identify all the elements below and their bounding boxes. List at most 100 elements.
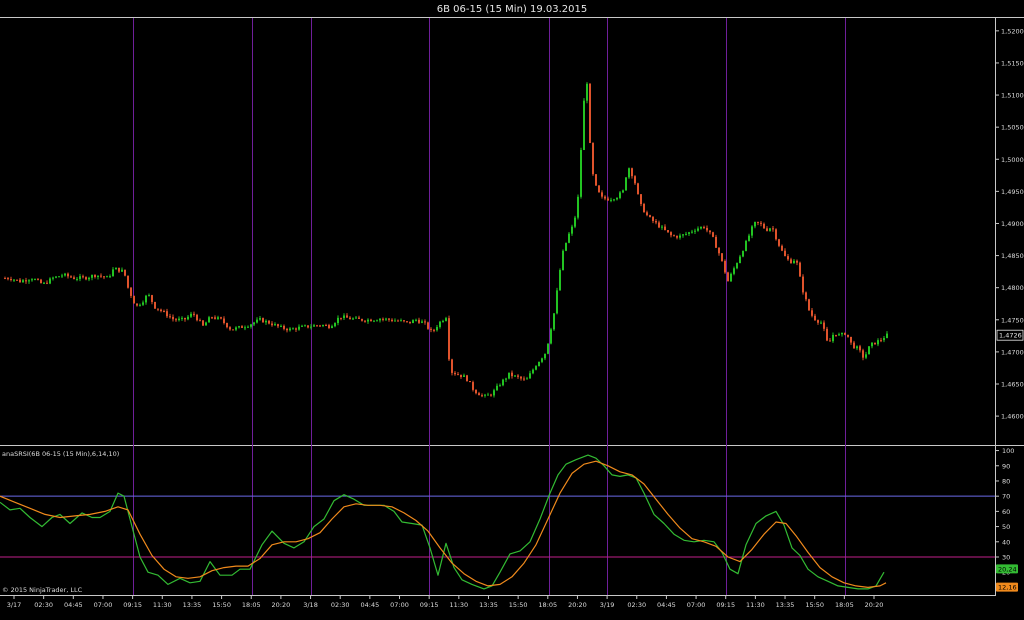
price-bar-body — [886, 333, 888, 339]
price-bar-body — [880, 340, 882, 342]
price-bar-body — [478, 393, 480, 396]
price-bar-body — [829, 340, 831, 342]
price-bar-body — [811, 310, 813, 316]
price-tick-label: 1,4600 — [1001, 413, 1024, 421]
oscillator-tick-label: 40 — [1002, 538, 1010, 546]
price-bar-body — [745, 240, 747, 251]
price-bar-body — [220, 317, 222, 319]
price-bar-body — [598, 185, 600, 193]
price-bar-body — [169, 316, 171, 318]
price-bar-body — [670, 232, 672, 236]
price-bar-body — [91, 274, 93, 278]
price-bar-body — [358, 317, 360, 319]
price-bar-body — [517, 375, 519, 377]
price-bar-body — [754, 221, 756, 227]
price-bar-body — [592, 142, 594, 175]
price-bar-body — [595, 174, 597, 186]
indicator-label: anaSRSI(6B 06-15 (15 Min),6,14,10) — [2, 450, 119, 458]
price-bar-body — [313, 325, 315, 327]
oscillator-tick-label: 100 — [1002, 447, 1014, 455]
price-bar-body — [541, 358, 543, 362]
price-bar-body — [484, 394, 486, 396]
price-bar-body — [82, 276, 84, 278]
price-bar-body — [631, 168, 633, 177]
price-bar-body — [607, 198, 609, 201]
price-bar-body — [349, 317, 351, 320]
price-bar-body — [292, 328, 294, 330]
price-bar-body — [664, 226, 666, 231]
price-bar-body — [553, 313, 555, 330]
price-bar-body — [28, 280, 30, 282]
chart-canvas[interactable]: 6B 06-15 (15 Min) 19.03.2015 1,5200 1,515… — [0, 0, 1024, 620]
price-bar-body — [721, 253, 723, 262]
price-bar-body — [256, 319, 258, 323]
price-bar-body — [583, 100, 585, 151]
price-bar-body — [331, 326, 333, 329]
price-bar-body — [580, 150, 582, 197]
price-bar-body — [373, 320, 375, 322]
price-bar-body — [622, 190, 624, 193]
price-bar-body — [649, 215, 651, 218]
price-bar-body — [247, 326, 249, 328]
price-bar-body — [871, 342, 873, 347]
price-bar-body — [193, 313, 195, 315]
price-bar-body — [853, 342, 855, 349]
price-bar-body — [64, 273, 66, 276]
time-tick-label: 18:05 — [835, 601, 854, 609]
price-bar-body — [367, 319, 369, 322]
price-bar-body — [55, 276, 57, 278]
price-bar-body — [769, 228, 771, 231]
price-bar-body — [202, 320, 204, 326]
price-bar-body — [877, 340, 879, 345]
price-bar-body — [532, 369, 534, 374]
price-bar-body — [40, 279, 42, 284]
price-bar-body — [214, 317, 216, 319]
price-bar-body — [715, 236, 717, 248]
price-bar-body — [556, 290, 558, 314]
time-tick-label: 15:50 — [805, 601, 824, 609]
price-bar-body — [235, 327, 237, 330]
price-bar-body — [586, 83, 588, 101]
price-bar-body — [454, 372, 456, 375]
price-tick-label: 1,4900 — [1001, 220, 1024, 228]
price-bar-body — [505, 378, 507, 380]
price-bar-body — [577, 196, 579, 218]
price-bar-body — [457, 374, 459, 376]
price-bar-body — [793, 260, 795, 264]
price-bar-body — [442, 320, 444, 322]
price-bar-body — [781, 245, 783, 251]
time-tick-label: 20:20 — [272, 601, 291, 609]
price-bar-body — [724, 261, 726, 273]
price-bar-body — [571, 226, 573, 234]
price-bar-body — [136, 303, 138, 306]
price-bar-body — [496, 385, 498, 391]
price-bar-body — [493, 390, 495, 396]
price-bar-body — [799, 262, 801, 277]
price-bar-body — [181, 317, 183, 319]
price-tick-label: 1,4750 — [1001, 316, 1024, 324]
price-bar-body — [4, 278, 6, 280]
price-bar-body — [784, 250, 786, 257]
price-bar-body — [739, 256, 741, 264]
price-bar-body — [466, 375, 468, 382]
price-bar-body — [376, 320, 378, 322]
price-bar-body — [94, 274, 96, 278]
price-bar-body — [172, 316, 174, 320]
time-tick-label: 13:35 — [776, 601, 795, 609]
price-bar-body — [379, 318, 381, 321]
time-tick-label: 11:30 — [153, 601, 172, 609]
price-bar-body — [274, 324, 276, 326]
price-bar-body — [103, 276, 105, 278]
price-bar-body — [589, 83, 591, 143]
price-bar-body — [646, 212, 648, 216]
price-bar-body — [199, 320, 201, 322]
price-bar-body — [250, 324, 252, 327]
price-bar-body — [652, 217, 654, 222]
price-bar-body — [523, 378, 525, 380]
time-tick-label: 04:45 — [64, 601, 83, 609]
price-bar-body — [511, 372, 513, 377]
price-bar-body — [514, 375, 516, 377]
price-bar-body — [619, 192, 621, 198]
price-bar-body — [184, 317, 186, 320]
price-bar-body — [535, 366, 537, 370]
